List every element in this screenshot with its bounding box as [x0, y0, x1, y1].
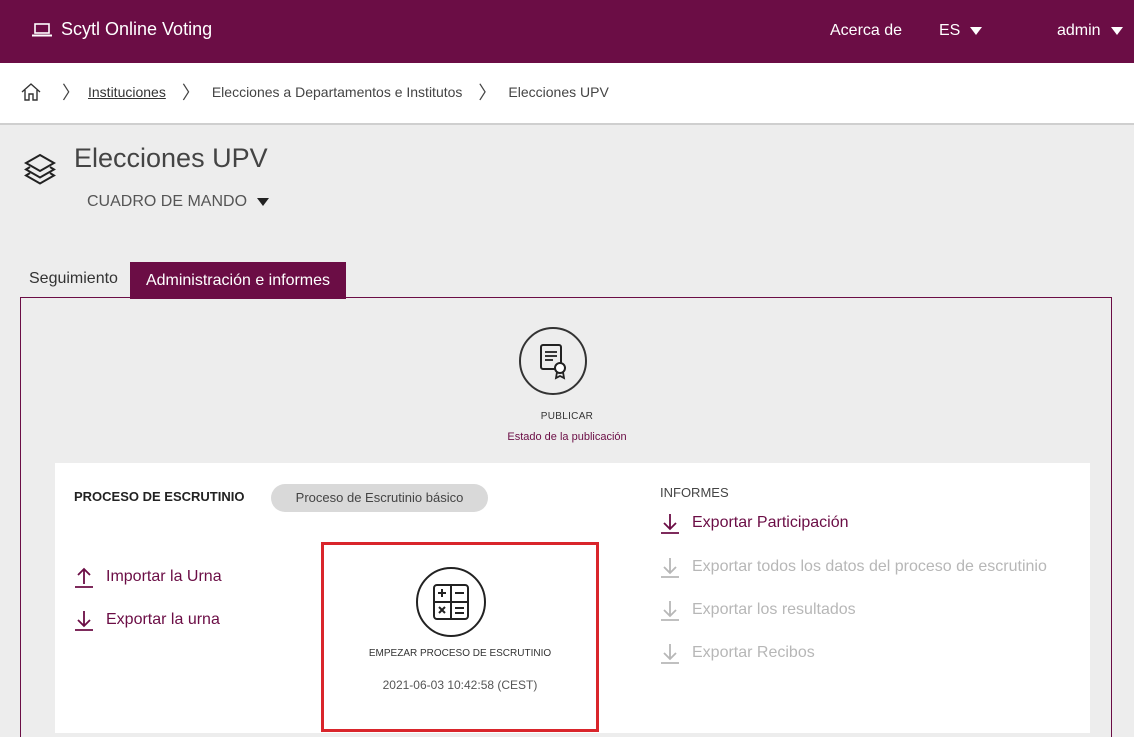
export-participation-link[interactable]: Exportar Participación — [692, 514, 849, 532]
breadcrumb-separator-icon: 〉 — [62, 83, 80, 103]
breadcrumb-current: Elecciones UPV — [508, 84, 609, 100]
download-icon — [661, 558, 679, 578]
brand-name: Scytl Online Voting — [61, 19, 213, 39]
export-participation-action[interactable]: Exportar Participación — [660, 512, 849, 534]
certificate-icon — [540, 344, 566, 380]
about-link[interactable]: Acerca de — [830, 22, 902, 40]
download-icon — [661, 514, 679, 534]
language-dropdown[interactable]: ES — [939, 22, 983, 40]
start-scrutiny-button[interactable] — [416, 567, 486, 637]
brand[interactable]: Scytl Online Voting — [32, 19, 212, 40]
calculator-icon — [433, 584, 469, 620]
publish-label: PUBLICAR — [540, 411, 594, 422]
tab-seguimiento[interactable]: Seguimiento — [29, 270, 118, 288]
breadcrumb-elections-dept: Elecciones a Departamentos e Institutos — [211, 84, 463, 100]
breadcrumb-separator-icon: 〉 — [181, 83, 200, 103]
download-icon — [75, 611, 93, 631]
scrutiny-date: 2021-06-03 10:42:58 (CEST) — [382, 678, 538, 692]
download-icon — [661, 601, 679, 621]
chevron-down-icon — [1110, 27, 1123, 35]
top-bar: Scytl Online Voting Acerca de ES admin — [0, 0, 1134, 63]
breadcrumb-bar: 〉 Instituciones 〉 Elecciones a Departame… — [0, 63, 1134, 125]
tab-administracion[interactable]: Administración e informes — [130, 262, 346, 299]
scrutiny-type-badge: Proceso de Escrutinio básico — [271, 484, 488, 512]
dashboard-label: CUADRO DE MANDO — [87, 193, 248, 210]
laptop-icon — [32, 22, 52, 36]
scrutiny-label: PROCESO DE ESCRUTINIO — [74, 489, 245, 504]
language-label: ES — [939, 22, 961, 39]
export-urn-action[interactable]: Exportar la urna — [74, 609, 220, 631]
export-results-action: Exportar los resultados — [660, 599, 856, 621]
breadcrumb: 〉 Instituciones 〉 Elecciones a Departame… — [20, 79, 609, 105]
home-icon[interactable] — [20, 82, 42, 102]
page-title: Elecciones UPV — [74, 143, 268, 173]
chevron-down-icon — [970, 27, 983, 35]
chevron-down-icon — [257, 198, 270, 206]
breadcrumb-institutions-link[interactable]: Instituciones — [88, 84, 166, 100]
export-receipts-action: Exportar Recibos — [660, 642, 815, 664]
upload-icon — [75, 567, 93, 588]
user-menu[interactable]: admin — [1057, 22, 1123, 40]
user-name: admin — [1057, 22, 1101, 39]
publish-button[interactable] — [519, 327, 587, 395]
export-all-data-link: Exportar todos los datos del proceso de … — [692, 558, 1047, 575]
breadcrumb-separator-icon: 〉 — [478, 83, 497, 103]
start-scrutiny-label: EMPEZAR PROCESO DE ESCRUTINIO — [368, 648, 552, 659]
download-icon — [661, 644, 679, 664]
export-results-link: Exportar los resultados — [692, 601, 856, 618]
export-urn-link[interactable]: Exportar la urna — [106, 611, 220, 629]
reports-label: INFORMES — [660, 485, 729, 500]
dashboard-dropdown[interactable]: CUADRO DE MANDO — [87, 193, 270, 211]
export-all-data-action: Exportar todos los datos del proceso de … — [660, 556, 1047, 578]
export-receipts-link: Exportar Recibos — [692, 644, 815, 661]
import-urn-action[interactable]: Importar la Urna — [74, 566, 222, 588]
publication-status-link[interactable]: Estado de la publicación — [507, 431, 626, 443]
layers-icon — [23, 153, 57, 185]
import-urn-link[interactable]: Importar la Urna — [106, 568, 222, 586]
